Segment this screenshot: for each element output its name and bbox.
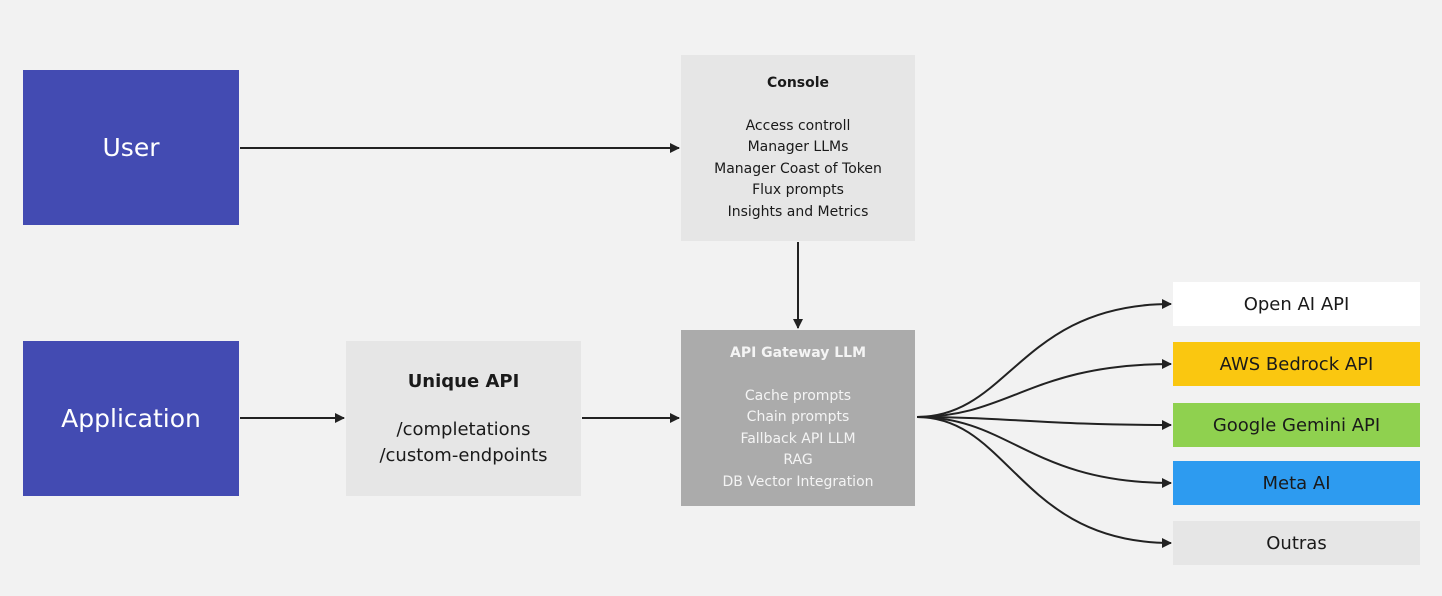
- unique-api-item: /custom-endpoints: [379, 444, 548, 466]
- gateway-item: Fallback API LLM: [740, 430, 856, 447]
- provider-label: Meta AI: [1262, 472, 1331, 494]
- gateway-item: Chain prompts: [746, 409, 850, 425]
- console-node: Console Access controll Manager LLMs Man…: [681, 55, 915, 241]
- provider-label: Open AI API: [1243, 293, 1350, 315]
- console-item: Flux prompts: [752, 182, 844, 198]
- console-item: Manager LLMs: [747, 139, 849, 155]
- arrow-gateway-to-outras: [916, 416, 1172, 548]
- console-item: Access controll: [745, 117, 851, 134]
- gateway-node: API Gateway LLM Cache prompts Chain prom…: [681, 330, 915, 506]
- console-item: Manager Coast of Token: [714, 160, 882, 177]
- provider-label: AWS Bedrock API: [1219, 353, 1374, 375]
- provider-label: Google Gemini API: [1212, 414, 1381, 436]
- provider-outras: Outras: [1173, 521, 1420, 565]
- provider-meta-ai: Meta AI: [1173, 461, 1420, 505]
- gateway-item: RAG: [783, 452, 813, 468]
- application-label: Application: [61, 404, 201, 433]
- gateway-item: Cache prompts: [744, 387, 852, 404]
- unique-api-node: Unique API /completations /custom-endpoi…: [346, 341, 581, 496]
- provider-label: Outras: [1266, 532, 1327, 554]
- provider-aws-bedrock: AWS Bedrock API: [1173, 342, 1420, 386]
- console-item: Insights and Metrics: [727, 203, 869, 220]
- user-node: User: [23, 70, 239, 225]
- gateway-title: API Gateway LLM: [729, 345, 867, 361]
- user-label: User: [102, 133, 160, 162]
- application-node: Application: [23, 341, 239, 496]
- provider-openai: Open AI API: [1173, 282, 1420, 326]
- unique-api-item: /completations: [396, 418, 531, 440]
- arrow-gateway-to-meta: [916, 416, 1172, 488]
- provider-google-gemini: Google Gemini API: [1173, 403, 1420, 447]
- console-title: Console: [766, 75, 830, 91]
- unique-api-title: Unique API: [407, 370, 520, 392]
- gateway-item: DB Vector Integration: [722, 473, 874, 490]
- arrow-gateway-to-openai: [916, 299, 1172, 418]
